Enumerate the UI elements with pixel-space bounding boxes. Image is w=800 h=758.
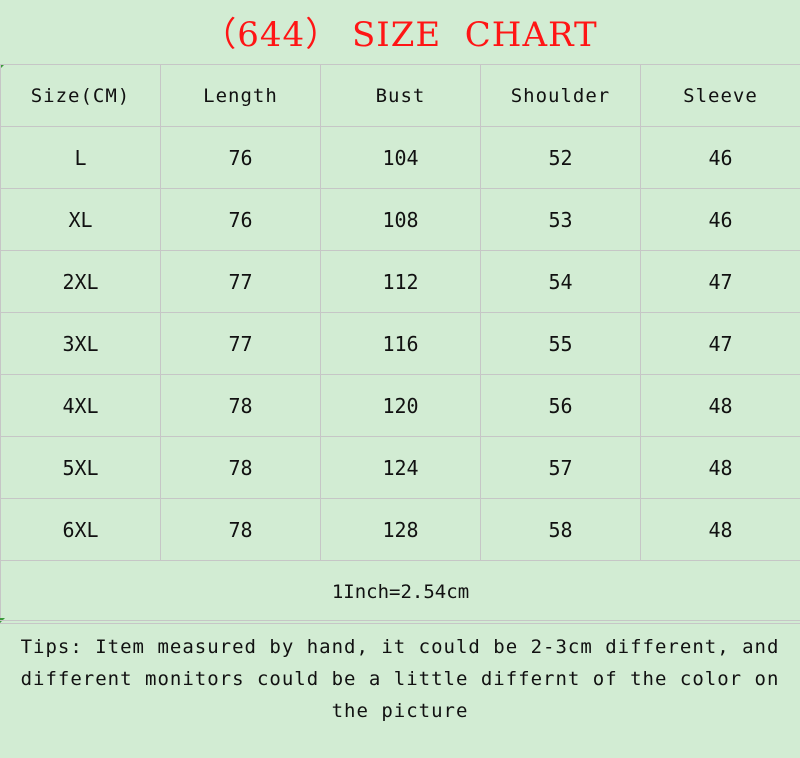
cell-shoulder: 58 xyxy=(480,498,641,561)
cell-size: 6XL xyxy=(0,498,161,561)
cell-sleeve: 47 xyxy=(640,250,800,313)
cell-shoulder: 54 xyxy=(480,250,641,313)
cell-size: 2XL xyxy=(0,250,161,313)
cell-length: 77 xyxy=(160,312,321,375)
cell-sleeve: 48 xyxy=(640,374,800,437)
conversion-note: 1Inch=2.54cm xyxy=(0,560,800,624)
cell-size: XL xyxy=(0,188,161,251)
cell-sleeve: 46 xyxy=(640,188,800,251)
cell-length: 78 xyxy=(160,374,321,437)
cell-length: 77 xyxy=(160,250,321,313)
cell-sleeve: 48 xyxy=(640,498,800,561)
header-size: Size(CM) xyxy=(0,64,161,127)
cell-shoulder: 53 xyxy=(480,188,641,251)
cell-bust: 124 xyxy=(320,436,481,499)
table-row: 5XL 78 124 57 48 xyxy=(0,436,800,499)
table-row: XL 76 108 53 46 xyxy=(0,188,800,251)
cell-size: 5XL xyxy=(0,436,161,499)
cell-bust: 104 xyxy=(320,126,481,189)
cell-length: 76 xyxy=(160,188,321,251)
size-table: Size(CM) Length Bust Shoulder Sleeve L 7… xyxy=(0,64,800,624)
cell-bust: 112 xyxy=(320,250,481,313)
cell-bust: 116 xyxy=(320,312,481,375)
header-sleeve: Sleeve xyxy=(640,64,800,127)
page-title: （644） SIZE CHART xyxy=(202,15,598,55)
cell-shoulder: 56 xyxy=(480,374,641,437)
conversion-row: 1Inch=2.54cm xyxy=(0,560,800,624)
header-shoulder: Shoulder xyxy=(480,64,641,127)
cell-length: 76 xyxy=(160,126,321,189)
cell-size: L xyxy=(0,126,161,189)
cell-sleeve: 46 xyxy=(640,126,800,189)
size-chart-page: （644） SIZE CHART Size(CM) Length Bust Sh… xyxy=(0,0,800,758)
table-row: 2XL 77 112 54 47 xyxy=(0,250,800,313)
tips-text: Tips: Item measured by hand, it could be… xyxy=(0,620,800,758)
cell-shoulder: 55 xyxy=(480,312,641,375)
table-header-row: Size(CM) Length Bust Shoulder Sleeve xyxy=(0,64,800,127)
table-row: 3XL 77 116 55 47 xyxy=(0,312,800,375)
cell-size: 3XL xyxy=(0,312,161,375)
cell-shoulder: 57 xyxy=(480,436,641,499)
header-bust: Bust xyxy=(320,64,481,127)
cell-length: 78 xyxy=(160,498,321,561)
cell-shoulder: 52 xyxy=(480,126,641,189)
cell-sleeve: 48 xyxy=(640,436,800,499)
cell-sleeve: 47 xyxy=(640,312,800,375)
cell-length: 78 xyxy=(160,436,321,499)
cell-bust: 120 xyxy=(320,374,481,437)
table-row: 4XL 78 120 56 48 xyxy=(0,374,800,437)
cell-bust: 108 xyxy=(320,188,481,251)
cell-bust: 128 xyxy=(320,498,481,561)
header-length: Length xyxy=(160,64,321,127)
cell-size: 4XL xyxy=(0,374,161,437)
table-row: L 76 104 52 46 xyxy=(0,126,800,189)
table-row: 6XL 78 128 58 48 xyxy=(0,498,800,561)
